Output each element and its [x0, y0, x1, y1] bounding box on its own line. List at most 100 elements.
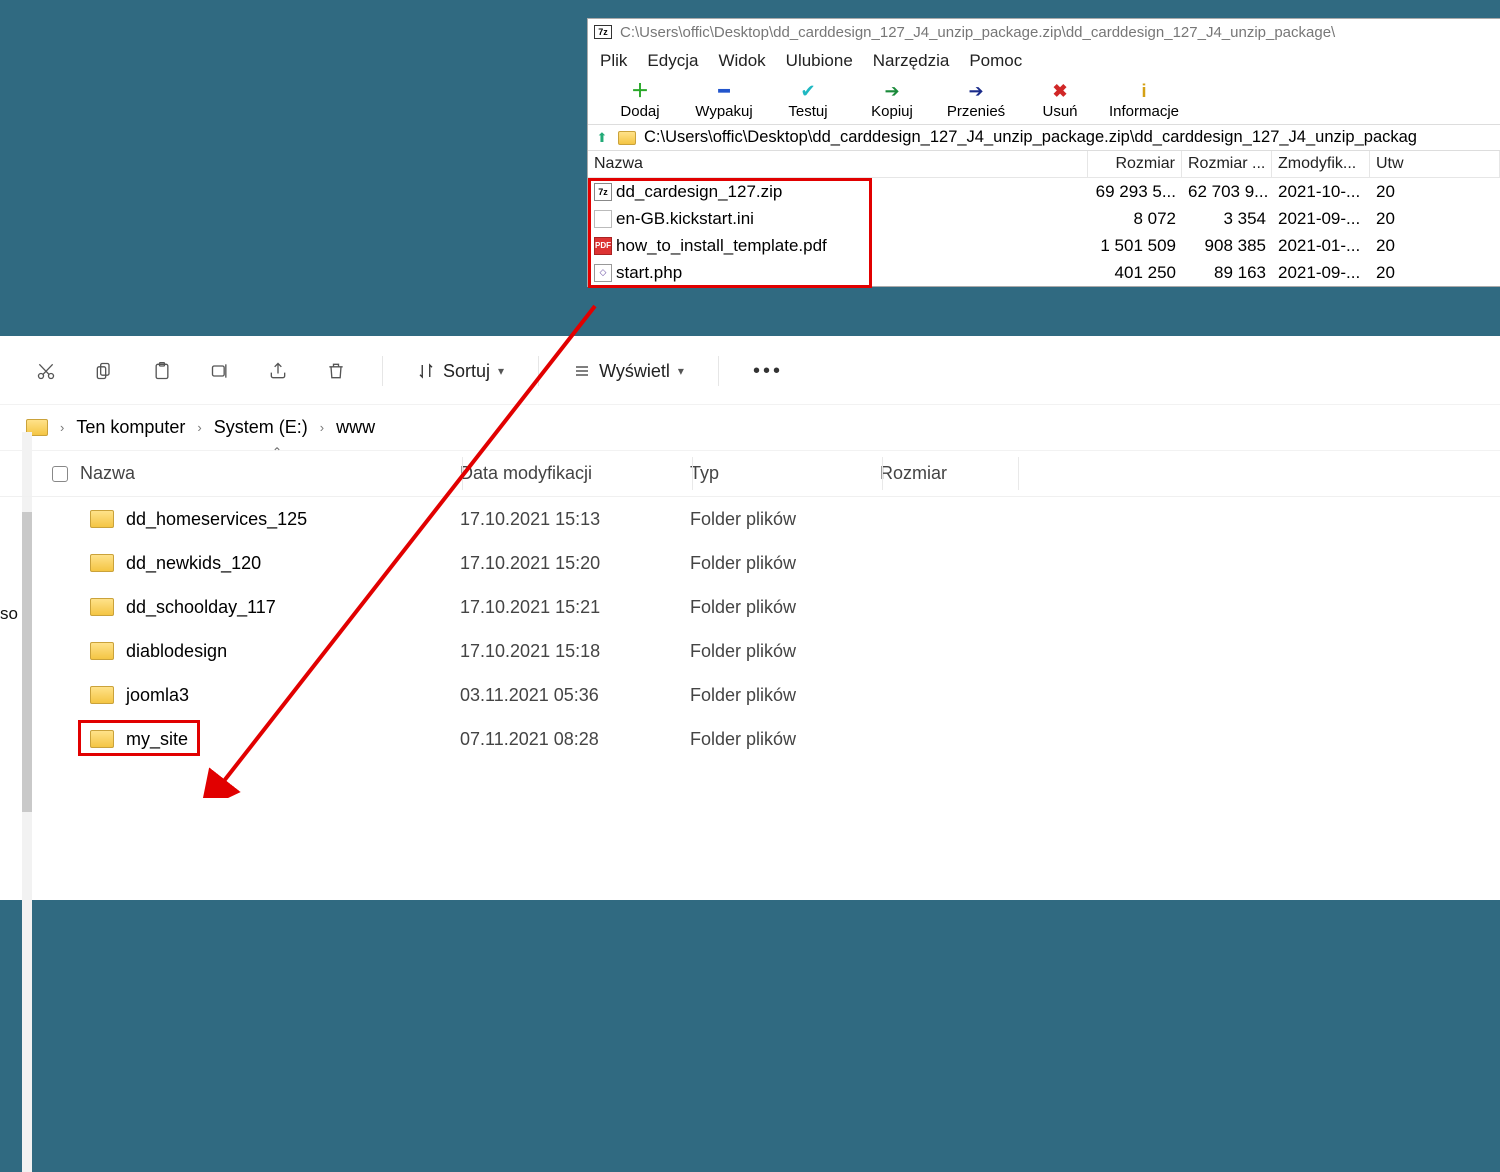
folder-name: dd_schoolday_117 [126, 597, 276, 618]
explorer-breadcrumb[interactable]: › Ten komputer › System (E:) › www [0, 405, 1500, 451]
breadcrumb-segment[interactable]: System (E:) [214, 417, 308, 438]
toolbar-label: Dodaj [620, 103, 659, 120]
toolbar-label: Testuj [788, 103, 827, 120]
folder-type: Folder plików [690, 553, 880, 574]
explorer-column-headers: ⌃ Nazwa Data modyfikacji Typ Rozmiar [0, 451, 1500, 497]
test-button[interactable]: ✔Testuj [766, 81, 850, 120]
toolbar-label: Usuń [1042, 103, 1077, 120]
toolbar-separator [382, 356, 383, 386]
col-date[interactable]: Data modyfikacji [460, 463, 690, 484]
breadcrumb-segment[interactable]: Ten komputer [76, 417, 185, 438]
col-size[interactable]: Rozmiar [1088, 151, 1182, 177]
file-packed-size: 89 163 [1182, 263, 1272, 283]
info-button[interactable]: iInformacje [1102, 81, 1186, 120]
delete-button[interactable]: ✖Usuń [1018, 81, 1102, 120]
col-mod[interactable]: Zmodyfik... [1272, 151, 1370, 177]
sevenzip-titlebar: 7z C:\Users\offic\Desktop\dd_carddesign_… [588, 19, 1500, 45]
chevron-right-icon: › [320, 420, 324, 435]
folder-row[interactable]: joomla303.11.2021 05:36Folder plików [0, 673, 1500, 717]
col-name[interactable]: Nazwa [588, 151, 1088, 177]
folder-type: Folder plików [690, 685, 880, 706]
archive-file-row[interactable]: en-GB.kickstart.ini8 0723 3542021-09-...… [588, 205, 1500, 232]
col-size[interactable]: Rozmiar [880, 463, 1040, 484]
delete-icon[interactable] [324, 359, 348, 383]
share-icon[interactable] [266, 359, 290, 383]
breadcrumb-segment[interactable]: www [336, 417, 375, 438]
add-icon: ＋ [631, 81, 649, 101]
folder-type: Folder plików [690, 729, 880, 750]
file-created: 20 [1370, 236, 1500, 256]
file-name: en-GB.kickstart.ini [616, 209, 754, 229]
extract-button[interactable]: ━ Wypakuj [682, 81, 766, 120]
col-created[interactable]: Utw [1370, 151, 1500, 177]
file-modified: 2021-09-... [1272, 263, 1370, 283]
menu-plik[interactable]: Plik [600, 51, 627, 71]
sevenzip-window: 7z C:\Users\offic\Desktop\dd_carddesign_… [587, 18, 1500, 287]
folder-icon [90, 686, 114, 704]
toolbar-label: Informacje [1109, 103, 1179, 120]
folder-name: joomla3 [126, 685, 189, 706]
folder-type: Folder plików [690, 641, 880, 662]
copy-icon[interactable] [92, 359, 116, 383]
folder-date: 07.11.2021 08:28 [460, 729, 690, 750]
folder-date: 17.10.2021 15:18 [460, 641, 690, 662]
archive-file-row[interactable]: 7zdd_cardesign_127.zip69 293 5...62 703 … [588, 178, 1500, 205]
sort-indicator-icon: ⌃ [272, 445, 282, 459]
archive-file-row[interactable]: ◇start.php401 25089 1632021-09-...20 [588, 259, 1500, 286]
folder-row[interactable]: my_site07.11.2021 08:28Folder plików [0, 717, 1500, 761]
folder-row[interactable]: dd_schoolday_11717.10.2021 15:21Folder p… [0, 585, 1500, 629]
chevron-down-icon: ▾ [498, 364, 504, 378]
col-name[interactable]: Nazwa [80, 463, 460, 484]
file-packed-size: 62 703 9... [1182, 182, 1272, 202]
extract-icon: ━ [719, 81, 730, 101]
add-button[interactable]: ＋ Dodaj [598, 81, 682, 120]
folder-icon [90, 730, 114, 748]
folder-row[interactable]: diablodesign17.10.2021 15:18Folder plikó… [0, 629, 1500, 673]
file-packed-size: 3 354 [1182, 209, 1272, 229]
toolbar-label: Wypakuj [695, 103, 752, 120]
folder-icon [90, 510, 114, 528]
sevenzip-addressbar: ⬆ C:\Users\offic\Desktop\dd_carddesign_1… [588, 125, 1500, 151]
copy-icon: ➔ [884, 81, 899, 101]
rename-icon[interactable] [208, 359, 232, 383]
toolbar-label: Przenieś [947, 103, 1005, 120]
menu-pomoc[interactable]: Pomoc [969, 51, 1022, 71]
move-button[interactable]: ➔Przenieś [934, 81, 1018, 120]
folder-row[interactable]: dd_homeservices_12517.10.2021 15:13Folde… [0, 497, 1500, 541]
sort-button[interactable]: Sortuj ▾ [417, 361, 504, 382]
more-button[interactable]: ••• [753, 360, 783, 383]
sevenzip-menubar: Plik Edycja Widok Ulubione Narzędzia Pom… [588, 45, 1500, 79]
col-packed[interactable]: Rozmiar ... [1182, 151, 1272, 177]
cut-icon[interactable] [34, 359, 58, 383]
sort-icon [417, 362, 435, 380]
sevenzip-path[interactable]: C:\Users\offic\Desktop\dd_carddesign_127… [644, 128, 1494, 147]
file-size: 401 250 [1088, 263, 1182, 283]
file-type-icon [594, 210, 612, 228]
up-icon[interactable]: ⬆ [594, 130, 610, 146]
toolbar-separator [718, 356, 719, 386]
file-name: how_to_install_template.pdf [616, 236, 827, 256]
select-all-checkbox[interactable] [52, 466, 68, 482]
folder-name: dd_newkids_120 [126, 553, 261, 574]
menu-narzedzia[interactable]: Narzędzia [873, 51, 950, 71]
copy-button[interactable]: ➔ Kopiuj [850, 81, 934, 120]
explorer-file-list: dd_homeservices_12517.10.2021 15:13Folde… [0, 497, 1500, 761]
sevenzip-toolbar: ＋ Dodaj ━ Wypakuj ✔Testuj ➔ Kopiuj ➔Przenieś✖Us… [588, 79, 1500, 125]
folder-type: Folder plików [690, 509, 880, 530]
file-created: 20 [1370, 209, 1500, 229]
folder-date: 17.10.2021 15:13 [460, 509, 690, 530]
view-button[interactable]: Wyświetl ▾ [573, 361, 684, 382]
menu-ulubione[interactable]: Ulubione [786, 51, 853, 71]
file-type-icon: ◇ [594, 264, 612, 282]
menu-edycja[interactable]: Edycja [647, 51, 698, 71]
folder-row[interactable]: dd_newkids_12017.10.2021 15:20Folder pli… [0, 541, 1500, 585]
file-created: 20 [1370, 263, 1500, 283]
toolbar-label: Kopiuj [871, 103, 913, 120]
paste-icon[interactable] [150, 359, 174, 383]
col-type[interactable]: Typ [690, 463, 880, 484]
menu-widok[interactable]: Widok [718, 51, 765, 71]
view-icon [573, 363, 591, 379]
archive-file-row[interactable]: PDFhow_to_install_template.pdf1 501 5099… [588, 232, 1500, 259]
folder-icon [618, 131, 636, 145]
sevenzip-logo-icon: 7z [594, 25, 612, 39]
